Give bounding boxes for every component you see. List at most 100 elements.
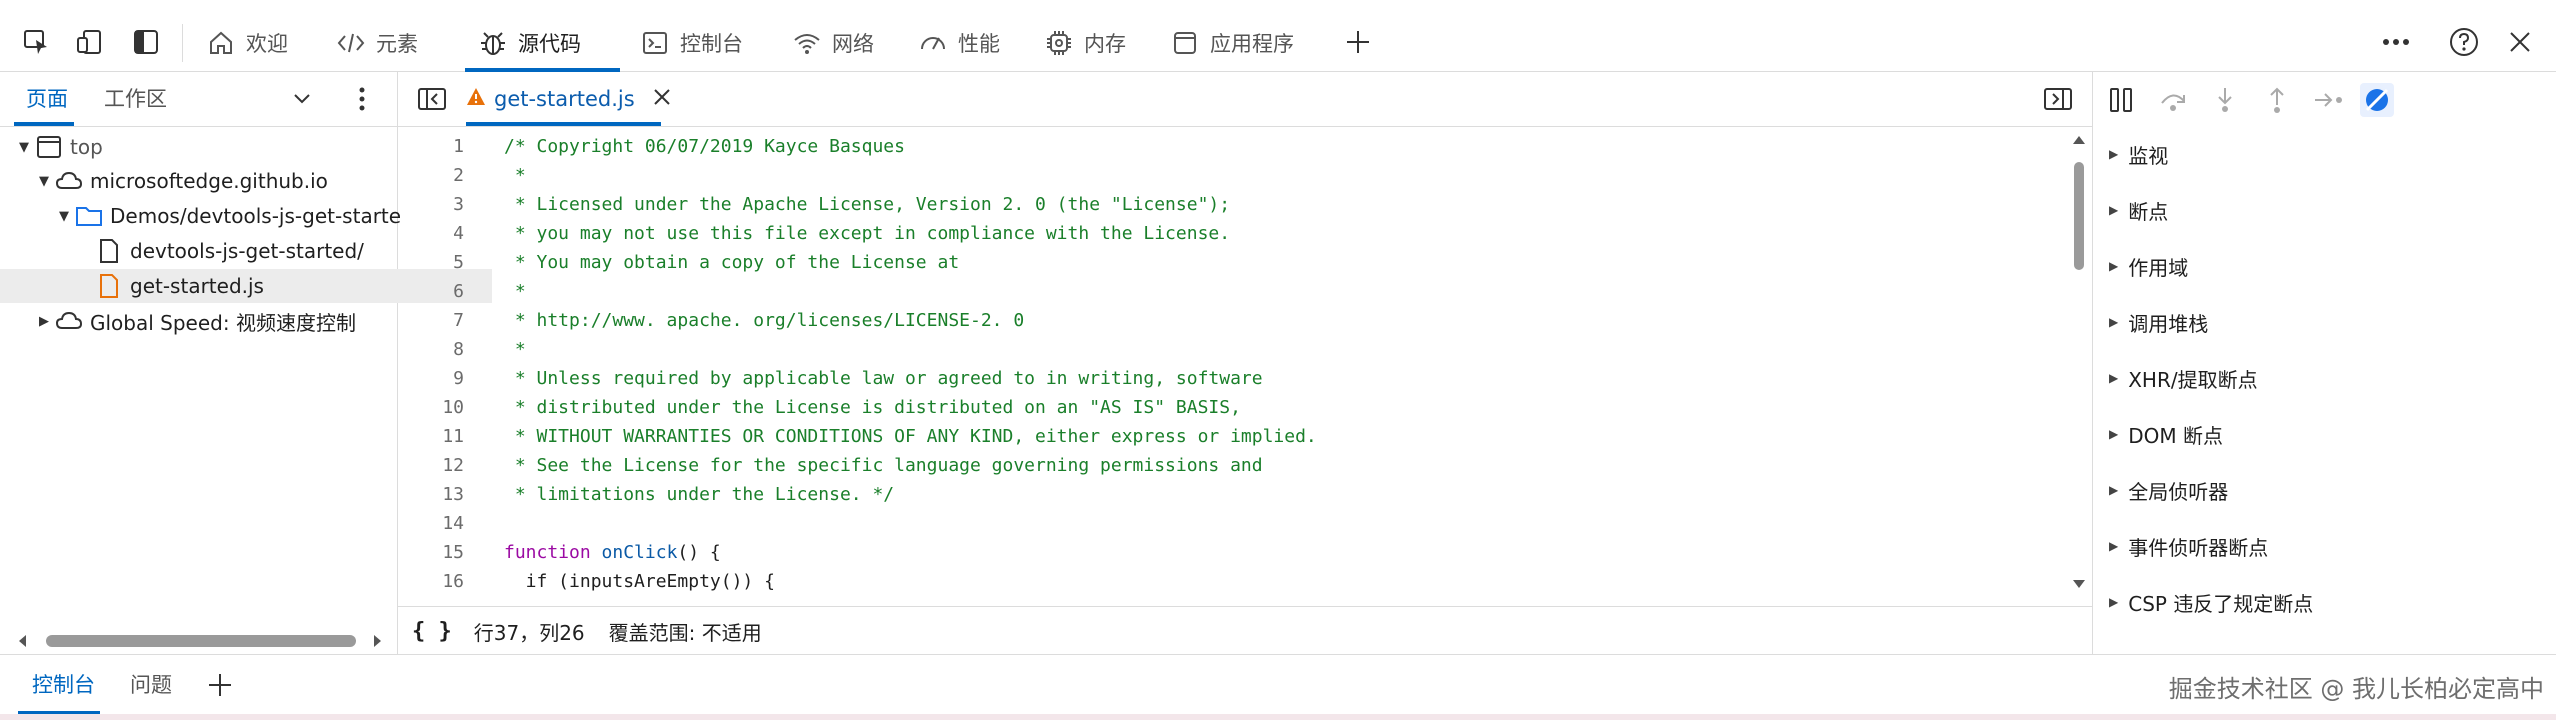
tab-page[interactable]: 页面 bbox=[26, 72, 68, 126]
bottom-strip bbox=[0, 714, 2556, 720]
section-global-listeners[interactable]: ▶ 全局侦听器 bbox=[2109, 472, 2228, 508]
inspect-element-icon[interactable] bbox=[16, 22, 56, 62]
expand-arrow-icon[interactable]: ▼ bbox=[14, 140, 34, 155]
add-drawer-tab-icon[interactable] bbox=[200, 665, 240, 705]
code-line: 16 if (inputsAreEmpty()) { bbox=[398, 567, 2058, 596]
line-number: 6 bbox=[453, 281, 464, 302]
tab-elements[interactable]: 元素 bbox=[336, 14, 418, 71]
navigator-more-icon[interactable] bbox=[342, 79, 382, 119]
scroll-up-icon[interactable] bbox=[2072, 134, 2086, 146]
tree-item-label: devtools-js-get-started/ bbox=[130, 239, 364, 263]
editor-panel: get-started.js 1 /* Copyright 06/07/2019 … bbox=[398, 72, 2092, 654]
drawer-tab-console[interactable]: 控制台 bbox=[32, 655, 95, 715]
code-text: () { bbox=[677, 542, 721, 563]
section-label: 监视 bbox=[2128, 143, 2169, 168]
scrollbar-thumb[interactable] bbox=[46, 635, 356, 647]
tab-performance[interactable]: 性能 bbox=[918, 14, 1000, 71]
line-number: 14 bbox=[442, 513, 464, 534]
expand-arrow-icon: ▶ bbox=[2109, 147, 2119, 161]
code-editor[interactable]: 1 /* Copyright 06/07/2019 Kayce Basques 2… bbox=[398, 132, 2058, 600]
scroll-down-icon[interactable] bbox=[2072, 578, 2086, 590]
tab-workspace[interactable]: 工作区 bbox=[104, 72, 167, 126]
pause-icon[interactable] bbox=[2101, 80, 2141, 120]
step-into-icon[interactable] bbox=[2205, 80, 2245, 120]
line-number: 9 bbox=[453, 368, 464, 389]
scroll-left-icon[interactable] bbox=[16, 634, 30, 648]
tab-console[interactable]: 控制台 bbox=[640, 14, 743, 71]
drawer-toolbar: 控制台 问题 掘金技术社区 @ 我儿长柏必定高中 bbox=[0, 654, 2556, 715]
step-out-icon[interactable] bbox=[2257, 80, 2297, 120]
navigator-tab-underline bbox=[14, 122, 74, 126]
scrollbar-thumb[interactable] bbox=[2074, 162, 2084, 270]
gauge-icon bbox=[918, 28, 948, 58]
section-event-listener-breakpoints[interactable]: ▶ 事件侦听器断点 bbox=[2109, 528, 2268, 564]
step-icon[interactable] bbox=[2309, 80, 2349, 120]
tab-label: 性能 bbox=[958, 31, 1000, 56]
section-call-stack[interactable]: ▶ 调用堆栈 bbox=[2109, 304, 2208, 340]
tab-welcome[interactable]: 欢迎 bbox=[206, 14, 288, 71]
collapse-arrow-icon[interactable]: ▶ bbox=[34, 314, 54, 329]
section-dom-breakpoints[interactable]: ▶ DOM 断点 bbox=[2109, 416, 2223, 452]
drawer-tab-issues[interactable]: 问题 bbox=[130, 655, 172, 715]
cursor-position: 行37，列26 bbox=[473, 620, 585, 645]
tab-application[interactable]: 应用程序 bbox=[1170, 14, 1294, 71]
line-number: 1 bbox=[453, 136, 464, 157]
code-line: 8 * bbox=[398, 335, 2058, 364]
section-watch[interactable]: ▶ 监视 bbox=[2109, 136, 2168, 172]
toggle-debugger-icon[interactable] bbox=[2038, 79, 2078, 119]
tab-network[interactable]: 网络 bbox=[792, 14, 874, 71]
chevron-down-icon[interactable] bbox=[282, 79, 322, 119]
step-over-icon[interactable] bbox=[2153, 80, 2193, 120]
section-csp-breakpoints[interactable]: ▶ CSP 违反了规定断点 bbox=[2109, 584, 2313, 620]
code-line: 13 * limitations under the License. */ bbox=[398, 480, 2058, 509]
toggle-navigator-icon[interactable] bbox=[412, 79, 452, 119]
device-emulation-icon[interactable] bbox=[70, 22, 110, 62]
file-tab-underline bbox=[466, 122, 661, 126]
more-tools-plus-icon[interactable] bbox=[1338, 22, 1378, 62]
more-options-icon[interactable] bbox=[2376, 22, 2416, 62]
line-text: * You may obtain a copy of the License a… bbox=[504, 252, 960, 273]
tree-item-folder[interactable]: ▼ Demos/devtools-js-get-starte bbox=[0, 199, 452, 233]
help-icon[interactable] bbox=[2444, 22, 2484, 62]
tree-item-top[interactable]: ▼ top bbox=[0, 130, 412, 164]
wifi-icon bbox=[792, 28, 822, 58]
navigator-horizontal-scrollbar[interactable] bbox=[16, 632, 386, 648]
tab-label: 内存 bbox=[1084, 31, 1126, 56]
code-line: 3 * Licensed under the Apache License, V… bbox=[398, 190, 2058, 219]
js-file-icon bbox=[94, 271, 124, 301]
tab-label: 控制台 bbox=[680, 31, 743, 56]
code-line: 6 * bbox=[398, 277, 2058, 306]
editor-vertical-scrollbar[interactable] bbox=[2070, 134, 2088, 592]
line-text: * WITHOUT WARRANTIES OR CONDITIONS OF AN… bbox=[504, 426, 1317, 447]
line-number: 5 bbox=[453, 252, 464, 273]
tab-label: 欢迎 bbox=[246, 31, 288, 56]
keyword: function bbox=[504, 542, 591, 563]
tree-item-extension[interactable]: ▶ Global Speed: 视频速度控制 bbox=[0, 304, 432, 338]
scroll-right-icon[interactable] bbox=[370, 634, 384, 648]
expand-arrow-icon[interactable]: ▼ bbox=[34, 174, 54, 189]
close-devtools-icon[interactable] bbox=[2500, 22, 2540, 62]
expand-arrow-icon: ▶ bbox=[2109, 315, 2119, 329]
section-breakpoints[interactable]: ▶ 断点 bbox=[2109, 192, 2168, 228]
tree-item-label: microsoftedge.github.io bbox=[90, 169, 328, 193]
tab-memory[interactable]: 内存 bbox=[1044, 14, 1126, 71]
line-text: if (inputsAreEmpty()) { bbox=[504, 571, 775, 592]
tab-label: 元素 bbox=[376, 31, 418, 56]
tab-sources[interactable]: 源代码 bbox=[478, 14, 581, 71]
pretty-print-button[interactable]: { } bbox=[412, 619, 452, 644]
section-scope[interactable]: ▶ 作用域 bbox=[2109, 248, 2188, 284]
code-line: 5 * You may obtain a copy of the License… bbox=[398, 248, 2058, 277]
toggle-sidebar-icon[interactable] bbox=[126, 22, 166, 62]
section-xhr-breakpoints[interactable]: ▶ XHR/提取断点 bbox=[2109, 360, 2258, 396]
editor-tabs: get-started.js bbox=[398, 72, 2092, 127]
expand-arrow-icon[interactable]: ▼ bbox=[54, 209, 74, 224]
close-tab-icon[interactable] bbox=[653, 87, 671, 111]
tree-item-label: Global Speed: 视频速度控制 bbox=[90, 310, 356, 335]
file-tab-get-started[interactable]: get-started.js bbox=[466, 72, 671, 126]
line-number: 15 bbox=[442, 542, 464, 563]
home-icon bbox=[206, 28, 236, 58]
line-number: 11 bbox=[442, 426, 464, 447]
tree-item-domain[interactable]: ▼ microsoftedge.github.io bbox=[0, 164, 432, 198]
deactivate-breakpoints-icon[interactable] bbox=[2357, 80, 2397, 120]
section-label: DOM 断点 bbox=[2128, 423, 2223, 448]
